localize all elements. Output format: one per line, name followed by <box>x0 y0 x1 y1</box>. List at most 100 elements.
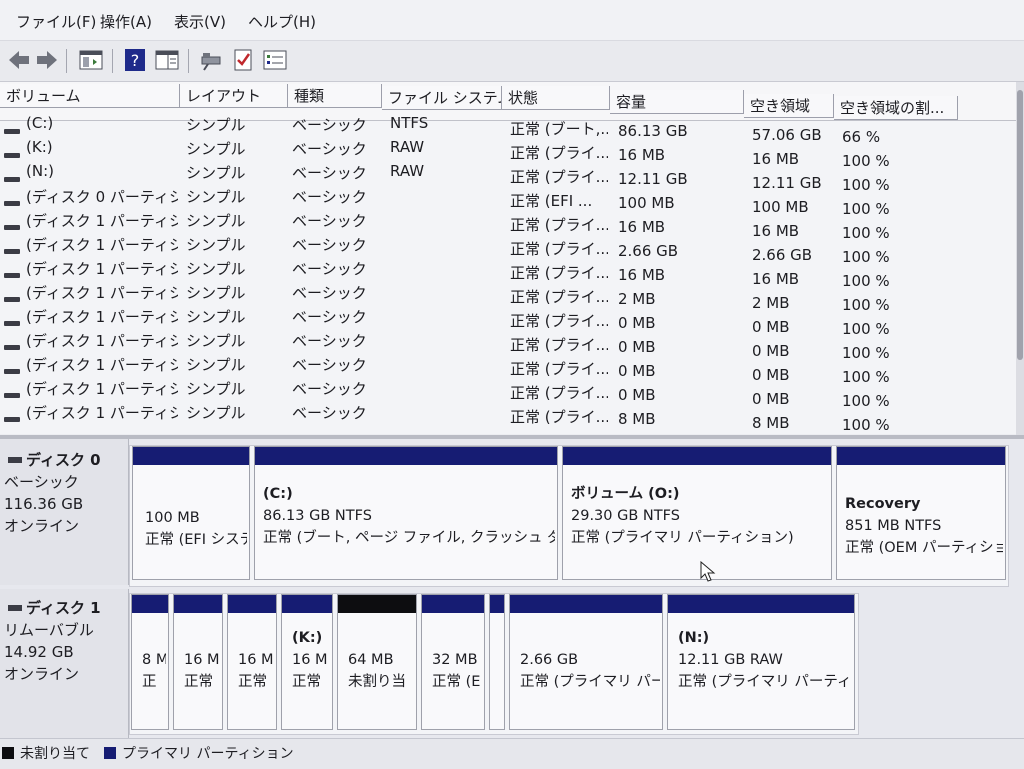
cell-free-percent: 100 % <box>842 416 890 434</box>
cell-volume: (ディスク 1 パーティショ... <box>26 284 178 302</box>
table-row[interactable]: (ディスク 1 パーティショ... シンプル ベーシック 正常 (プライ... 8 MB… <box>0 404 1016 434</box>
partition-status: 正常 (ブート, ページ ファイル, クラッシュ ダンプ, <box>263 530 555 546</box>
menu-file[interactable]: ファイル(F) <box>14 11 98 32</box>
cell-filesystem: RAW <box>390 138 425 156</box>
back-arrow-icon[interactable] <box>6 47 32 73</box>
partition-size: 8 M <box>142 652 166 668</box>
disk0-size: 116.36 GB <box>4 495 84 513</box>
disk1-unallocated[interactable]: 64 MB 未割り当 <box>337 594 417 730</box>
partition-color-bar <box>563 447 831 465</box>
partition-color-bar <box>255 447 557 465</box>
cell-capacity: 16 MB <box>618 218 666 236</box>
help-icon[interactable]: ? <box>122 47 148 73</box>
cell-capacity: 0 MB <box>618 314 656 332</box>
volume-icon <box>4 321 20 326</box>
disk1-partition-2[interactable]: 16 M 正常 <box>173 594 223 730</box>
partition-details: 64 MB 未割り当 <box>348 649 414 693</box>
cell-volume: (ディスク 1 パーティショ... <box>26 356 178 374</box>
primary-partition-swatch <box>104 747 116 759</box>
forward-arrow-icon[interactable] <box>34 47 60 73</box>
column-header-filesystem[interactable]: ファイル システム <box>382 86 502 110</box>
cell-layout: シンプル <box>186 116 246 134</box>
cell-layout: シンプル <box>186 260 246 278</box>
partition-size: 86.13 GB NTFS <box>263 508 372 524</box>
column-header-type[interactable]: 種類 <box>288 84 382 108</box>
partition-details: 32 MB 正常 (E <box>432 649 482 693</box>
disk1-partition-6[interactable] <box>489 594 505 730</box>
disk1-name: ディスク 1 <box>26 599 101 617</box>
cell-free: 16 MB <box>752 270 800 288</box>
partition-status: 未割り当 <box>348 674 406 690</box>
toolbar-separator <box>112 49 113 73</box>
volume-icon <box>4 201 20 206</box>
settings-list-icon[interactable] <box>262 47 288 73</box>
disk1-partition-5[interactable]: 32 MB 正常 (E <box>421 594 485 730</box>
volume-icon <box>4 177 20 182</box>
partition-details: 16 M 正常 <box>184 649 220 693</box>
partition-name: Recovery <box>845 496 921 512</box>
cell-volume: (N:) <box>26 162 54 180</box>
connect-drive-icon[interactable] <box>198 47 224 73</box>
cell-volume: (K:) <box>26 138 53 156</box>
disk0-partition-efi[interactable]: 100 MB 正常 (EFI システ <box>132 446 250 580</box>
disk-icon <box>8 605 22 611</box>
column-header-volume[interactable]: ボリューム <box>0 84 180 108</box>
cell-type: ベーシック <box>292 164 367 182</box>
cell-capacity: 0 MB <box>618 362 656 380</box>
cell-layout: シンプル <box>186 140 246 158</box>
partition-status: 正常 (OEM パーティション <box>845 540 1003 556</box>
cell-status: 正常 (プライ... <box>510 336 608 354</box>
unallocated-color-bar <box>338 595 416 613</box>
partition-size: 2.66 GB <box>520 652 579 668</box>
cell-layout: シンプル <box>186 284 246 302</box>
disk1-partition-n[interactable]: (N:) 12.11 GB RAW 正常 (プライマリ パーティショ <box>667 594 855 730</box>
column-header-free[interactable]: 空き領域 <box>744 94 834 118</box>
disk0-partition-c[interactable]: (C:) 86.13 GB NTFS 正常 (ブート, ページ ファイル, クラ… <box>254 446 558 580</box>
cell-capacity: 100 MB <box>618 194 675 212</box>
cell-status: 正常 (プライ... <box>510 168 608 186</box>
column-header-status[interactable]: 状態 <box>502 86 610 110</box>
disk1-partition-1[interactable]: 8 M 正 <box>131 594 169 730</box>
disk1-partition-7[interactable]: 2.66 GB 正常 (プライマリ パーテ <box>509 594 663 730</box>
list-scrollbar-thumb[interactable] <box>1017 90 1023 360</box>
partition-status: 正常 (プライマリ パーティション) <box>571 530 794 546</box>
partition-size: 32 MB <box>432 652 478 668</box>
checklist-icon[interactable] <box>230 47 256 73</box>
menu-view[interactable]: 表示(V) <box>172 11 228 32</box>
disk0-info[interactable]: ディスク 0 ベーシック 116.36 GB オンライン <box>0 439 129 585</box>
cell-type: ベーシック <box>292 260 367 278</box>
cell-capacity: 2.66 GB <box>618 242 679 260</box>
column-header-capacity[interactable]: 容量 <box>610 90 744 114</box>
volume-icon <box>4 249 20 254</box>
column-header-layout[interactable]: レイアウト <box>180 84 288 108</box>
disk1-size: 14.92 GB <box>4 643 74 661</box>
partition-details: 8 M 正 <box>142 649 166 693</box>
menu-help[interactable]: ヘルプ(H) <box>246 11 318 32</box>
disk1-partition-k[interactable]: (K:) 16 M 正常 <box>281 594 333 730</box>
console-tree-icon[interactable] <box>78 47 104 73</box>
cell-status: 正常 (プライ... <box>510 144 608 162</box>
column-header-free-percent[interactable]: 空き領域の割... <box>834 96 958 120</box>
disk0-partition-recovery[interactable]: Recovery 851 MB NTFS 正常 (OEM パーティション <box>836 446 1006 580</box>
disk1-partitions: 8 M 正 16 M 正常 16 M 正常 (K:) 16 M 正常 64 MB… <box>129 593 859 735</box>
partition-color-bar <box>490 595 504 613</box>
partition-color-bar <box>422 595 484 613</box>
cell-status: 正常 (プライ... <box>510 360 608 378</box>
cell-layout: シンプル <box>186 188 246 206</box>
menu-action[interactable]: 操作(A) <box>98 11 154 32</box>
disk0-partition-o[interactable]: ボリューム (O:) 29.30 GB NTFS 正常 (プライマリ パーティシ… <box>562 446 832 580</box>
partition-color-bar <box>132 595 168 613</box>
properties-pane-icon[interactable] <box>154 47 180 73</box>
cell-status: 正常 (プライ... <box>510 408 608 426</box>
cell-status: 正常 (プライ... <box>510 384 608 402</box>
disk1-type: リムーバブル <box>4 621 94 639</box>
partition-color-bar <box>837 447 1005 465</box>
cell-volume: (ディスク 1 パーティショ... <box>26 236 178 254</box>
disk1-partition-3[interactable]: 16 M 正常 <box>227 594 277 730</box>
partition-status: 正常 (プライマリ パーテ <box>520 674 660 690</box>
toolbar: ? <box>0 41 1024 82</box>
cell-free: 2 MB <box>752 294 790 312</box>
disk1-info[interactable]: ディスク 1 リムーバブル 14.92 GB オンライン <box>0 589 129 739</box>
cell-volume: (ディスク 1 パーティショ... <box>26 260 178 278</box>
cell-free: 2.66 GB <box>752 246 813 264</box>
